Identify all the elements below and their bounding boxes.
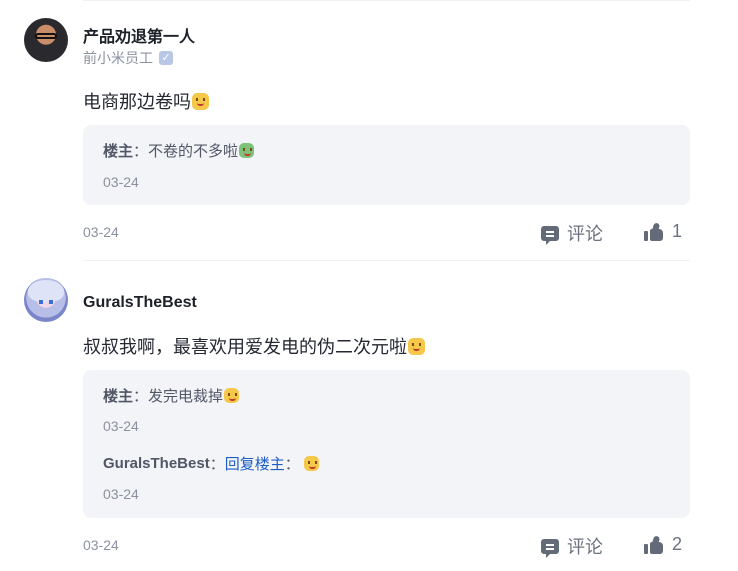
reply-author[interactable]: 楼主 [103, 385, 133, 406]
avatar[interactable] [24, 278, 68, 322]
reply-author[interactable]: 楼主 [103, 140, 133, 161]
like-count: 2 [672, 534, 683, 554]
comment-divider [83, 260, 690, 261]
comment-icon [541, 538, 559, 558]
reply-date: 03-24 [103, 486, 139, 502]
avatar-hair [28, 280, 64, 302]
reply-box: 楼主 ： 发完电裁掉 03-24 GuralsTheBest ： 回复楼主 ： … [83, 370, 690, 518]
top-divider [83, 0, 690, 1]
reply-separator: ： [209, 456, 225, 473]
comment-date: 03-24 [83, 537, 119, 553]
smile-emoji-icon [303, 456, 319, 471]
reply-text: 不卷的不多啦 [148, 143, 239, 160]
laugh-emoji-icon [239, 143, 255, 158]
smile-emoji-icon [224, 388, 240, 403]
reply-date: 03-24 [103, 418, 139, 434]
thumbs-up-icon [644, 534, 664, 554]
comment-text: 叔叔我啊，最喜欢用爱发电的伪二次元啦 [83, 337, 407, 357]
reply-separator: ： [284, 456, 300, 473]
reply-separator: ： [133, 388, 149, 405]
like-button[interactable]: 2 [644, 534, 682, 555]
reply-item: 楼主 ： 发完电裁掉 [103, 385, 240, 406]
reply-item: 楼主 ： 不卷的不多啦 [103, 140, 255, 161]
reply-box: 楼主 ： 不卷的不多啦 03-24 [83, 125, 690, 205]
comment-label: 评论 [567, 537, 603, 557]
reply-to-link[interactable]: 回复楼主 [225, 453, 285, 474]
reply-date: 03-24 [103, 174, 139, 190]
reply-separator: ： [133, 143, 149, 160]
comment-content: 叔叔我啊，最喜欢用爱发电的伪二次元啦 [83, 333, 425, 359]
smile-emoji-icon [192, 92, 209, 110]
comment-label: 评论 [567, 224, 603, 244]
smile-emoji-icon [408, 337, 425, 355]
reply-text: 发完电裁掉 [148, 388, 224, 405]
avatar-eyes [39, 300, 53, 304]
thumbs-up-icon [644, 221, 664, 241]
reply-author[interactable]: GuralsTheBest [103, 455, 210, 472]
comment-username[interactable]: GuralsTheBest [83, 294, 197, 312]
user-title: 前小米员工 ✓ [83, 48, 173, 68]
comment-text: 电商那边卷吗 [83, 92, 191, 112]
avatar-glasses [35, 33, 57, 39]
like-button[interactable]: 1 [644, 221, 682, 242]
avatar[interactable] [24, 18, 68, 62]
verified-badge-icon: ✓ [159, 51, 173, 65]
comment-date: 03-24 [83, 224, 119, 240]
comment-username[interactable]: 产品劝退第一人 [83, 23, 195, 47]
comment-button[interactable]: 评论 [541, 220, 603, 246]
comment-icon [541, 225, 559, 245]
user-title-text: 前小米员工 [83, 50, 153, 66]
like-count: 1 [672, 221, 683, 241]
reply-item: GuralsTheBest ： 回复楼主 ： [103, 453, 319, 474]
comment-button[interactable]: 评论 [541, 533, 603, 559]
comment-content: 电商那边卷吗 [83, 88, 209, 114]
